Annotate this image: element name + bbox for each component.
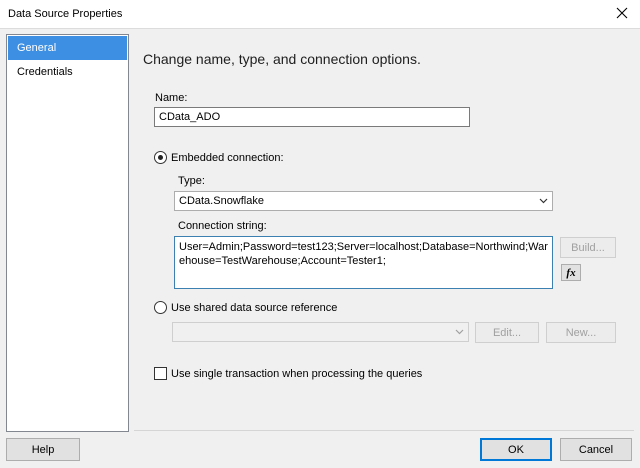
page-heading: Change name, type, and connection option… — [143, 51, 421, 67]
page-nav: General Credentials — [6, 34, 129, 432]
type-select[interactable]: CData.Snowflake — [174, 191, 553, 211]
new-button[interactable]: New... — [546, 322, 616, 343]
single-transaction-label[interactable]: Use single transaction when processing t… — [171, 368, 422, 380]
fx-icon: fx — [566, 266, 576, 279]
shared-data-source-label[interactable]: Use shared data source reference — [171, 302, 337, 314]
edit-button[interactable]: Edit... — [475, 322, 539, 343]
name-input[interactable] — [154, 107, 470, 127]
type-label: Type: — [178, 175, 205, 187]
name-label: Name: — [155, 92, 188, 104]
single-transaction-checkbox[interactable] — [154, 367, 167, 380]
cancel-button[interactable]: Cancel — [560, 438, 632, 461]
title-bar: Data Source Properties — [0, 0, 640, 28]
close-icon[interactable] — [616, 7, 628, 19]
chevron-down-icon — [455, 329, 464, 335]
shared-data-source-select[interactable] — [172, 322, 469, 342]
help-button[interactable]: Help — [6, 438, 80, 461]
connection-string-label: Connection string: — [178, 220, 267, 232]
connection-string-input[interactable]: User=Admin;Password=test123;Server=local… — [174, 236, 553, 289]
nav-item-general[interactable]: General — [8, 36, 127, 60]
window-title: Data Source Properties — [8, 8, 123, 20]
ok-button[interactable]: OK — [480, 438, 552, 461]
shared-data-source-radio[interactable] — [154, 301, 167, 314]
radio-selected-dot — [158, 155, 163, 160]
type-select-value: CData.Snowflake — [179, 195, 264, 207]
nav-item-credentials[interactable]: Credentials — [7, 60, 128, 84]
build-button[interactable]: Build... — [560, 237, 616, 258]
chevron-down-icon — [539, 198, 548, 204]
embedded-connection-label[interactable]: Embedded connection: — [171, 152, 284, 164]
expression-button[interactable]: fx — [561, 264, 581, 281]
footer-separator — [134, 430, 634, 431]
embedded-connection-radio[interactable] — [154, 151, 167, 164]
